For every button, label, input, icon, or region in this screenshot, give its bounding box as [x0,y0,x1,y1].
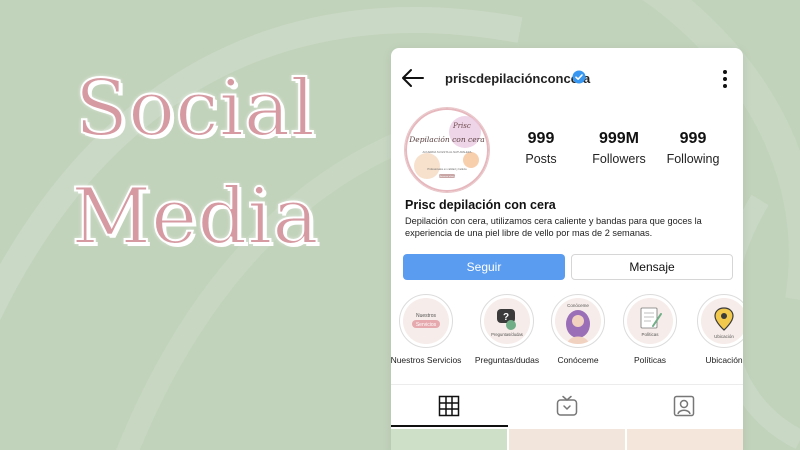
highlight-cover-text-bottom: Servicios [416,322,437,328]
followers-label: Followers [592,152,646,166]
document-pen-icon [640,307,662,329]
highlight-ring: Ubicación [697,294,743,348]
arrow-left-icon[interactable] [401,68,425,88]
highlight-label: Nuestros Servicios [391,355,462,365]
instagram-profile-card: priscdepilaciónconcera Prisc Depilación … [391,48,743,450]
highlight-cover: Políticas [627,298,673,344]
posts-count: 999 [527,130,555,147]
headline-media: Media [70,172,319,262]
highlight-label: Políticas [633,355,667,365]
highlight-cover-text-top: Conóceme [567,303,589,308]
active-tab-indicator [391,425,508,427]
highlight-preguntas-dudas[interactable]: ? Preguntas/dudas Preguntas/dudas [470,294,544,365]
profile-username: priscdepilaciónconcera [445,71,591,86]
post-thumbnail[interactable] [627,429,743,450]
message-button[interactable]: Mensaje [571,254,733,280]
more-vertical-icon[interactable] [719,68,731,90]
highlight-politicas[interactable]: Políticas Políticas [613,294,687,365]
woman-portrait-icon [566,310,590,344]
profile-top-bar: priscdepilaciónconcera [391,62,743,94]
highlight-label: Ubicación [705,355,743,365]
highlight-conoceme[interactable]: Conóceme Conóceme [541,294,615,365]
post-thumbnail[interactable] [509,429,625,450]
avatar-subtitle-text: Depilación con cera [408,135,484,144]
avatar-button-text: Reservar ahora [439,175,455,178]
profile-bio: Depilación con cera, utilizamos cera cal… [405,216,702,238]
highlight-cover: ? Preguntas/dudas [484,298,530,344]
highlight-cover: Ubicación [701,298,743,344]
avatar-tagline-text: ACUERDA SU ESTA AL NATURALEZA [423,150,472,154]
highlight-cover-text-bottom: Ubicación [714,334,734,339]
profile-display-name: Prisc depilación con cera [405,198,556,212]
stat-followers[interactable]: 999M Followers [587,130,651,166]
highlight-label: Conóceme [557,355,599,365]
highlight-ring: ? Preguntas/dudas [480,294,534,348]
post-thumbnail[interactable] [391,429,507,450]
highlight-label: Preguntas/dudas [474,355,540,365]
following-label: Following [666,152,720,166]
highlight-cover-text-bottom: Preguntas/dudas [491,332,523,337]
highlight-ring: Nuestros Servicios [399,294,453,348]
location-pin-icon [714,307,734,331]
highlight-cover: Nuestros Servicios [403,298,449,344]
highlight-ubicacion[interactable]: Ubicación Ubicación [687,294,743,365]
profile-tabs [391,384,743,427]
profile-avatar[interactable]: Prisc Depilación con cera ACUERDA SU EST… [405,108,489,192]
followers-count: 999M [598,130,640,147]
stat-following[interactable]: 999 Following [663,130,723,166]
avatar-small-text: Profesionales en calidad y belleza [427,167,467,171]
highlight-ring: Conóceme [551,294,605,348]
highlight-cover-text-top: Nuestros [416,313,437,319]
avatar-logo: Prisc Depilación con cera ACUERDA SU EST… [405,108,489,192]
stat-posts[interactable]: 999 Posts [519,130,563,166]
highlight-cover: Conóceme [555,298,601,344]
posts-label: Posts [525,152,557,166]
highlight-cover-text-bottom: Políticas [641,332,659,337]
verified-badge-icon [572,70,586,84]
highlight-nuestros-servicios[interactable]: Nuestros Servicios Nuestros Servicios [391,294,463,365]
avatar-title-text: Prisc [452,122,471,130]
highlight-ring: Políticas [623,294,677,348]
tagged-user-icon[interactable] [673,395,695,417]
question-bubble-icon: ? [497,309,516,330]
headline-social: Social [74,64,316,154]
follow-button[interactable]: Seguir [403,254,565,280]
igtv-icon[interactable] [556,395,578,417]
following-count: 999 [679,130,707,147]
grid-icon[interactable] [438,395,460,417]
